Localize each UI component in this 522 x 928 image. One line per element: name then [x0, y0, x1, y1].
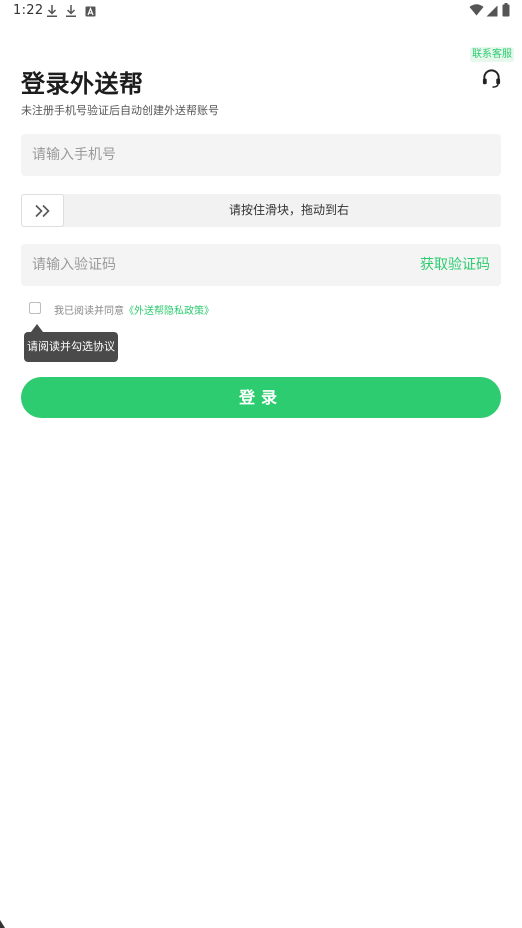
- login-button[interactable]: 登录: [21, 377, 501, 418]
- tooltip-arrow: [31, 324, 43, 332]
- status-time: 1:22: [13, 3, 44, 18]
- slider-handle[interactable]: [21, 194, 64, 227]
- privacy-policy-link[interactable]: 《外送帮隐私政策》: [124, 306, 214, 317]
- corner-mark: [0, 920, 5, 928]
- contact-service-badge[interactable]: 联系客服: [470, 47, 514, 62]
- page-title: 登录外送帮: [21, 70, 144, 98]
- signal-icon: [486, 5, 498, 17]
- headset-icon[interactable]: [481, 68, 502, 89]
- wifi-icon: [469, 4, 484, 16]
- code-input[interactable]: [21, 244, 381, 286]
- battery-icon: [502, 3, 510, 17]
- phone-input[interactable]: [21, 134, 501, 176]
- double-chevron-right-icon: [35, 204, 50, 218]
- agreement-prefix: 我已阅读并同意: [54, 306, 124, 317]
- slider-verification: 请按住滑块，拖动到右: [21, 194, 501, 227]
- status-bar: 1:22: [0, 0, 522, 24]
- download-icon: [47, 5, 57, 17]
- code-field: 获取验证码: [21, 244, 501, 286]
- agreement-tooltip: 请阅读并勾选协议: [24, 332, 118, 362]
- agree-checkbox[interactable]: [29, 302, 41, 314]
- get-code-button[interactable]: 获取验证码: [420, 244, 490, 286]
- page-subtitle: 未注册手机号验证后自动创建外送帮账号: [21, 104, 219, 117]
- slider-label: 请按住滑块，拖动到右: [228, 203, 349, 217]
- download-icon: [66, 5, 76, 17]
- a-icon: [85, 6, 96, 17]
- phone-field: [21, 134, 501, 176]
- agreement-text: 我已阅读并同意《外送帮隐私政策》: [54, 302, 214, 317]
